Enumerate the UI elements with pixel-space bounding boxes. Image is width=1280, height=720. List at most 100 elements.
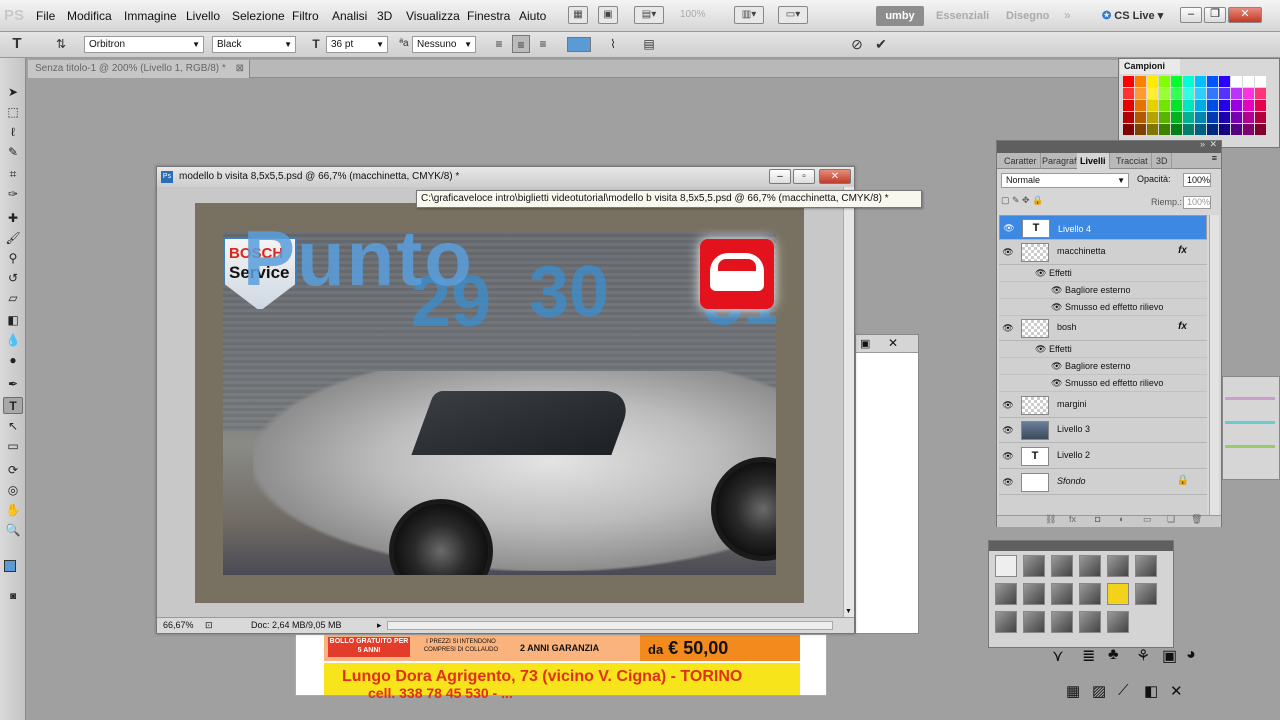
preset-icon[interactable]: ▦ (1066, 682, 1080, 700)
marquee-tool-icon[interactable]: ⬚ (3, 104, 23, 121)
business-card-artwork[interactable]: 5 29 30 31 BOSCH Service Punto (195, 203, 804, 603)
color-swatch[interactable] (1219, 76, 1230, 87)
color-swatch[interactable] (1243, 124, 1254, 135)
color-swatch[interactable] (1123, 88, 1134, 99)
eye-icon[interactable]: 👁 (1051, 361, 1062, 371)
fx-icon[interactable]: fx (1178, 245, 1187, 256)
history-brush-tool-icon[interactable]: ↺ (3, 270, 23, 287)
3d-orbit-tool-icon[interactable]: ◎ (3, 482, 23, 499)
style-swatch[interactable] (1023, 555, 1045, 577)
eyedropper-tool-icon[interactable]: ✑ (3, 186, 23, 203)
style-swatch[interactable] (1107, 555, 1129, 577)
color-swatch[interactable] (1183, 100, 1194, 111)
color-swatch[interactable] (1231, 112, 1242, 123)
style-swatch[interactable] (1051, 555, 1073, 577)
eye-icon[interactable]: 👁 (1035, 268, 1046, 278)
color-swatch[interactable] (1183, 76, 1194, 87)
vertical-scrollbar[interactable]: ▲ ▼ (843, 187, 854, 617)
swatches-tab[interactable]: Campioni (1120, 59, 1180, 74)
effects-row[interactable]: 👁 Effetti (999, 265, 1207, 282)
text-color-swatch[interactable] (567, 37, 591, 52)
close-icon[interactable]: ✕ (1209, 139, 1217, 150)
color-swatch[interactable] (1159, 88, 1170, 99)
color-swatch[interactable] (1255, 124, 1266, 135)
preset-icon[interactable]: ◕ (1186, 646, 1196, 664)
brush-tool-icon[interactable]: 🖌 (3, 230, 23, 247)
menu-finestra[interactable]: Finestra (467, 9, 510, 23)
text-orientation-icon[interactable]: ⇅ (52, 35, 70, 53)
color-swatch[interactable] (1243, 100, 1254, 111)
font-style-select[interactable]: Black ▼ (212, 36, 296, 53)
cancel-edit-icon[interactable]: ⊘ (848, 35, 866, 53)
style-swatch[interactable] (1051, 583, 1073, 605)
color-swatch[interactable] (1171, 88, 1182, 99)
blend-mode-select[interactable]: Normale ▼ (1001, 173, 1129, 188)
style-swatch[interactable] (995, 583, 1017, 605)
menu-modifica[interactable]: Modifica (67, 9, 112, 23)
color-swatch[interactable] (1183, 124, 1194, 135)
eye-icon[interactable]: 👁 (1002, 450, 1014, 462)
gradient-tool-icon[interactable]: ◧ (3, 312, 23, 329)
healing-tool-icon[interactable]: ✚ (3, 210, 23, 227)
restore-button[interactable]: ❐ (1204, 7, 1226, 23)
color-swatch[interactable] (1231, 124, 1242, 135)
workspace-umby[interactable]: umby (876, 6, 924, 26)
pen-tool-icon[interactable]: ✒ (3, 376, 23, 393)
color-slider[interactable] (1225, 397, 1275, 400)
eye-icon[interactable]: 👁 (1002, 476, 1014, 488)
doc-close-button[interactable]: ✕ (819, 169, 851, 184)
workspace-disegno[interactable]: Disegno (998, 6, 1057, 26)
color-swatch[interactable] (1219, 100, 1230, 111)
color-swatch[interactable] (1243, 112, 1254, 123)
color-swatch[interactable] (1255, 88, 1266, 99)
eye-icon[interactable]: 👁 (1051, 302, 1062, 312)
layer-row-livello-3[interactable]: 👁 Livello 3 (999, 418, 1207, 443)
color-swatch[interactable] (1207, 76, 1218, 87)
eye-icon[interactable]: 👁 (1002, 424, 1014, 436)
mask-icon[interactable]: ◘ (1095, 514, 1100, 524)
style-swatch[interactable] (1023, 583, 1045, 605)
eye-icon[interactable]: 👁 (1035, 344, 1046, 354)
car-icon-badge[interactable] (700, 239, 774, 309)
layer-row-bosh[interactable]: 👁 bosh fx (999, 316, 1207, 341)
color-swatch[interactable] (1255, 76, 1266, 87)
style-swatch[interactable] (1135, 583, 1157, 605)
color-swatch[interactable] (1147, 124, 1158, 135)
color-swatch[interactable] (1171, 76, 1182, 87)
quick-mask-icon[interactable]: ◙ (3, 588, 23, 605)
text-tool-preset-icon[interactable]: T (8, 35, 26, 53)
path-select-tool-icon[interactable]: ↖ (3, 418, 23, 435)
more-workspaces-icon[interactable]: » (1064, 8, 1071, 22)
style-swatch[interactable] (1079, 583, 1101, 605)
stamp-tool-icon[interactable]: ⚲ (3, 250, 23, 267)
menu-immagine[interactable]: Immagine (124, 9, 177, 23)
fx-icon[interactable]: fx (1069, 514, 1076, 524)
style-swatch[interactable] (1079, 555, 1101, 577)
color-swatch[interactable] (1183, 112, 1194, 123)
style-swatch[interactable] (1107, 583, 1129, 605)
color-swatch[interactable] (1171, 112, 1182, 123)
bridge-icon[interactable]: ▦ (568, 6, 588, 24)
color-swatch[interactable] (1183, 88, 1194, 99)
color-swatch[interactable] (1231, 100, 1242, 111)
tab-paragrafo[interactable]: Paragraf (1039, 153, 1081, 169)
antialias-select[interactable]: Nessuno ▼ (412, 36, 476, 53)
opacity-input[interactable]: 100% (1183, 173, 1211, 187)
color-swatch[interactable] (1159, 112, 1170, 123)
effect-row-outer-glow[interactable]: 👁 Bagliore esterno (999, 282, 1207, 299)
type-tool-icon[interactable]: T (3, 397, 23, 414)
preset-icon[interactable]: ▣ (1162, 646, 1177, 666)
color-swatch[interactable] (1123, 76, 1134, 87)
tab-3d[interactable]: 3D (1153, 153, 1172, 169)
preset-icon[interactable]: ⚘ (1136, 646, 1150, 666)
panel-header[interactable]: » ✕ (997, 139, 1221, 153)
group-icon[interactable]: ▭ (1143, 514, 1152, 525)
color-swatch[interactable] (1147, 76, 1158, 87)
preset-icon[interactable]: ◧ (1144, 682, 1158, 700)
blur-tool-icon[interactable]: 💧 (3, 332, 23, 349)
style-swatch[interactable] (1079, 611, 1101, 633)
layer-row-livello-2[interactable]: 👁 T Livello 2 (999, 444, 1207, 469)
foreground-color-swatch[interactable] (4, 560, 16, 572)
color-swatch[interactable] (1219, 88, 1230, 99)
minibridge-icon[interactable]: ▣ (598, 6, 618, 24)
